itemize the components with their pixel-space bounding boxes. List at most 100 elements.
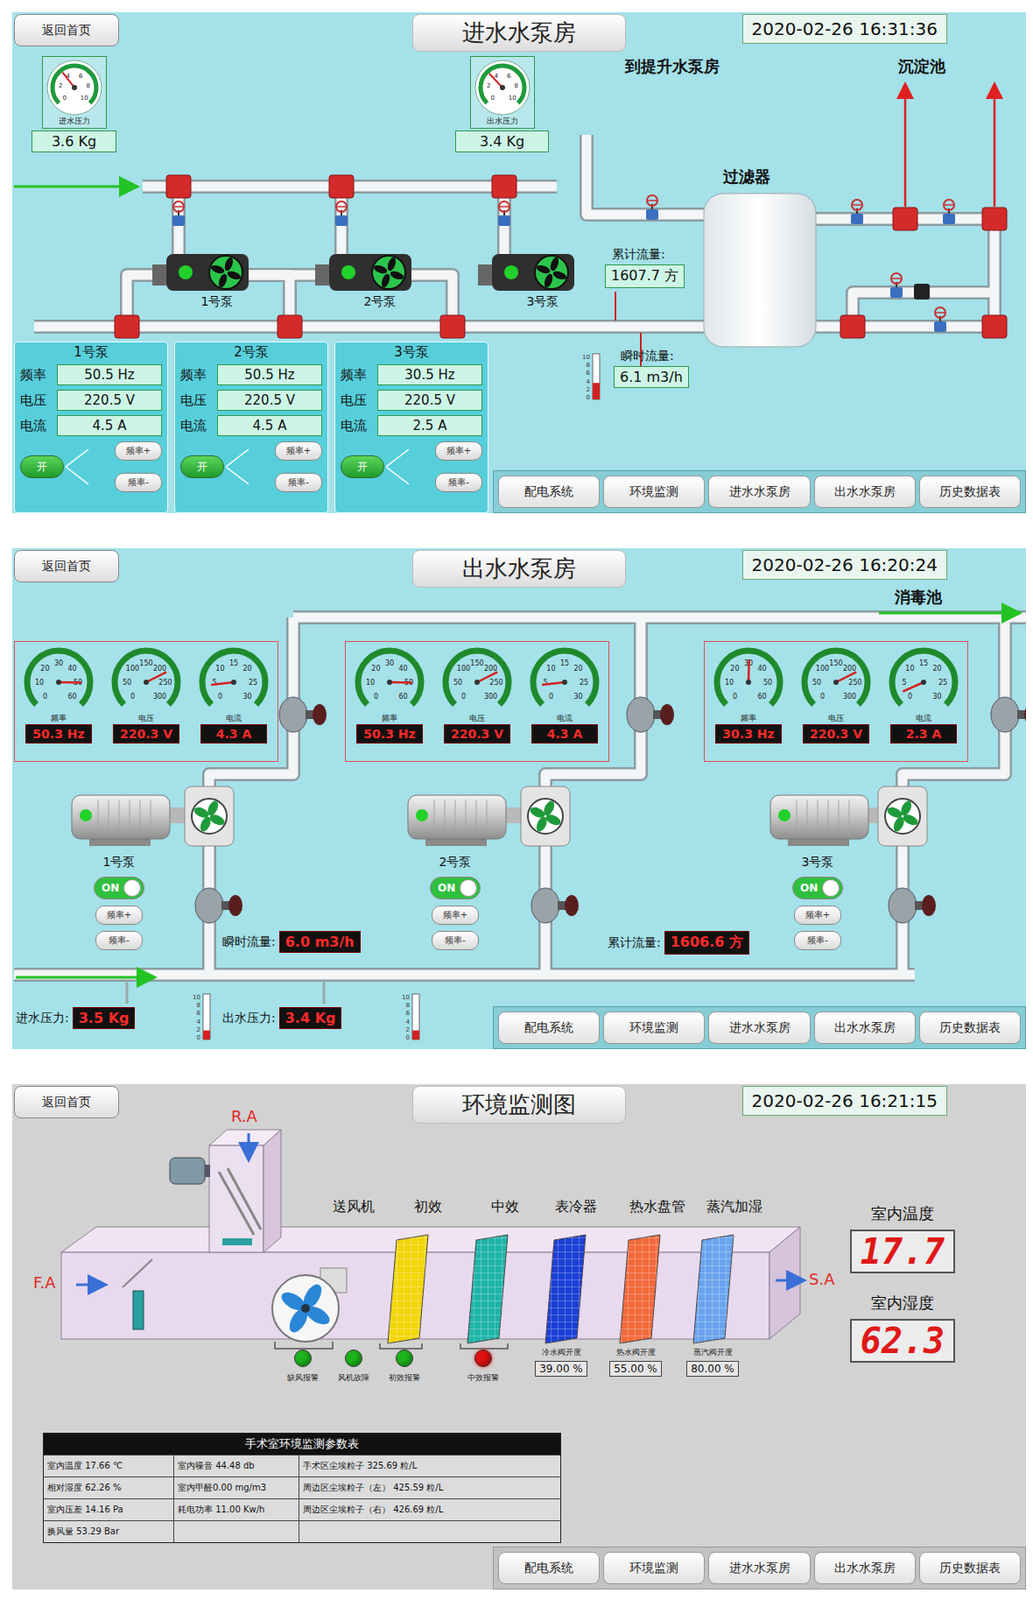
- pump-toggle[interactable]: ON: [93, 876, 145, 900]
- nav-button[interactable]: 历史数据表: [919, 1011, 1021, 1044]
- pump-label: 3号泵: [516, 294, 570, 310]
- frequency-button[interactable]: 频率+: [95, 905, 143, 925]
- power-switch[interactable]: 开: [340, 455, 385, 478]
- alarm-indicator: 风机故障: [329, 1349, 379, 1384]
- frequency-button[interactable]: 频率-: [794, 930, 842, 950]
- nav-button[interactable]: 进水水泵房: [708, 1011, 810, 1044]
- back-home-button[interactable]: 返回首页: [14, 549, 120, 583]
- nav-button[interactable]: 出水水泵房: [814, 475, 916, 508]
- valve-icon[interactable]: [942, 199, 956, 225]
- valve-icon[interactable]: [498, 201, 511, 226]
- svg-text:60: 60: [67, 692, 77, 701]
- valve-opening: 蒸汽阀开度80.00 %: [675, 1346, 750, 1377]
- alarm-label: 初效报警: [388, 1371, 421, 1384]
- nav-button[interactable]: 出水水泵房: [814, 1551, 916, 1584]
- valve-icon[interactable]: [890, 273, 903, 298]
- reading-row: 电压220.5 V: [340, 388, 483, 412]
- gauge-icon: 0246810: [43, 56, 106, 117]
- filter-icon: [703, 193, 816, 347]
- pipe-tee-icon: [840, 315, 865, 338]
- frequency-button[interactable]: 频率+: [274, 441, 323, 461]
- meter-label: 频率: [381, 713, 398, 724]
- alarm-indicator: 缺风报警: [278, 1349, 328, 1384]
- valve-icon[interactable]: [646, 195, 659, 220]
- screen-title: 进水水泵房: [412, 14, 626, 52]
- pump-toggle[interactable]: ON: [792, 876, 844, 900]
- nav-button[interactable]: 历史数据表: [919, 475, 1021, 508]
- svg-text:300: 300: [843, 692, 857, 701]
- coil-panel-icon: [387, 1234, 429, 1343]
- alarm-indicator: 初效报警: [379, 1349, 429, 1384]
- nav-button[interactable]: 配电系统: [498, 475, 600, 508]
- valve-icon[interactable]: [335, 201, 348, 226]
- nav-button[interactable]: 配电系统: [498, 1551, 600, 1584]
- frequency-button[interactable]: 频率+: [794, 905, 842, 925]
- nav-button[interactable]: 环境监测: [603, 1011, 705, 1044]
- instant-flow-label: 瞬时流量:: [222, 934, 276, 950]
- header: 返回首页进水水泵房2020-02-26 16:31:36: [12, 12, 1026, 52]
- frequency-button[interactable]: 频率+: [431, 905, 479, 925]
- valve-icon[interactable]: [850, 199, 864, 225]
- frequency-buttons: 频率+ 频率-: [114, 441, 162, 492]
- svg-text:8: 8: [513, 82, 518, 90]
- power-switch[interactable]: 开: [180, 455, 225, 478]
- svg-text:100: 100: [815, 664, 830, 673]
- environment-monitor-panel: 返回首页环境监测图2020-02-26 16:21:15R.AF.AS.A送风机…: [12, 1083, 1026, 1589]
- svg-text:15: 15: [229, 659, 239, 668]
- coil-panel-icon: [467, 1234, 508, 1343]
- meter: 051015202530电流2.3 A: [881, 643, 966, 758]
- nav-button[interactable]: 出水水泵房: [814, 1011, 916, 1044]
- ball-valve-icon[interactable]: [279, 696, 327, 732]
- svg-text:0: 0: [62, 94, 66, 102]
- svg-text:10: 10: [192, 993, 201, 1001]
- svg-text:20: 20: [932, 664, 942, 673]
- ball-valve-icon[interactable]: [195, 887, 243, 923]
- fresh-air-damper-icon: [122, 1258, 153, 1329]
- pump-toggle[interactable]: ON: [429, 876, 481, 900]
- nav-button[interactable]: 进水水泵房: [708, 1551, 810, 1584]
- pipe-tee-icon: [277, 315, 303, 338]
- clock: 2020-02-26 16:21:15: [742, 1085, 948, 1116]
- nav-button[interactable]: 进水水泵房: [708, 475, 810, 508]
- frequency-button[interactable]: 频率-: [431, 930, 479, 950]
- frequency-button[interactable]: 频率+: [435, 441, 483, 461]
- nav-button[interactable]: 配电系统: [498, 1011, 600, 1044]
- svg-text:10: 10: [401, 993, 410, 1001]
- gauge-face: 0246810进水压力: [42, 56, 107, 129]
- alarm-dot-icon: [294, 1349, 312, 1367]
- frequency-button[interactable]: 频率-: [95, 930, 143, 950]
- ball-valve-icon[interactable]: [626, 696, 675, 732]
- ball-valve-icon[interactable]: [531, 887, 579, 923]
- meter-value: 50.3 Hz: [356, 723, 423, 744]
- svg-text:30: 30: [932, 692, 942, 701]
- ball-valve-icon[interactable]: [888, 887, 936, 923]
- svg-text:2: 2: [586, 386, 591, 394]
- frequency-button[interactable]: 频率-: [274, 472, 323, 492]
- nav-button[interactable]: 环境监测: [603, 1551, 705, 1584]
- power-switch[interactable]: 开: [20, 455, 64, 478]
- frequency-button[interactable]: 频率-: [435, 472, 483, 492]
- pipe-tee-icon: [491, 175, 517, 198]
- valve-icon[interactable]: [934, 307, 947, 332]
- svg-text:250: 250: [489, 678, 503, 687]
- scada-screens: 返回首页进水水泵房2020-02-26 16:31:36到提升水泵房沉淀池过滤器…: [0, 0, 1033, 1598]
- nav-button[interactable]: 环境监测: [603, 475, 705, 508]
- valve-icon[interactable]: [172, 201, 185, 226]
- pipes: [34, 134, 995, 327]
- pipe-tee-icon: [982, 315, 1007, 338]
- pump-label: 2号泵: [353, 294, 407, 310]
- back-home-button[interactable]: 返回首页: [14, 1085, 120, 1118]
- meter-label: 电压: [469, 713, 485, 724]
- valve-label: 热水阀开度: [616, 1346, 656, 1358]
- duct: [61, 1226, 801, 1339]
- back-home-button[interactable]: 返回首页: [14, 14, 120, 47]
- clock: 2020-02-26 16:20:24: [742, 549, 948, 580]
- frequency-button[interactable]: 频率-: [114, 472, 162, 492]
- svg-text:150: 150: [139, 659, 153, 668]
- meter: 051015202530电流4.3 A: [522, 643, 607, 758]
- frequency-button[interactable]: 频率+: [114, 441, 162, 461]
- section-label: 表冷器: [539, 1197, 613, 1216]
- ball-valve-icon[interactable]: [990, 696, 1026, 732]
- svg-text:25: 25: [938, 678, 948, 687]
- nav-button[interactable]: 历史数据表: [919, 1551, 1021, 1584]
